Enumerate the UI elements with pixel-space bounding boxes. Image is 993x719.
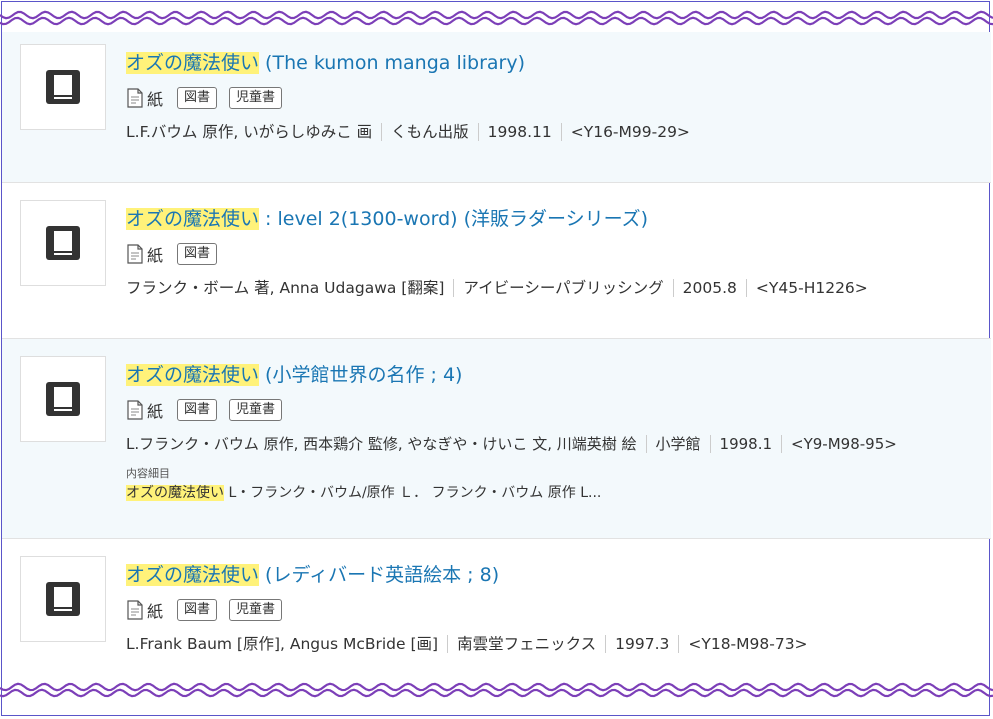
paper-document-icon: [127, 400, 143, 420]
result-item[interactable]: オズの魔法使い : level 2(1300-word) (洋販ラダーシリーズ)…: [2, 183, 991, 339]
publisher: アイビーシーパブリッシング: [463, 279, 664, 297]
contents-detail-text: オズの魔法使い L・フランク・バウム/原作 Ｌ． フランク・バウム 原作 L..…: [126, 484, 983, 502]
result-title-link[interactable]: オズの魔法使い (The kumon manga library): [126, 50, 983, 76]
call-number: <Y45-H1226>: [755, 279, 868, 297]
paper-document-icon: [127, 600, 143, 620]
call-number: <Y9-M98-95>: [791, 435, 897, 453]
format-indicator: 紙: [126, 598, 163, 622]
torn-edge-top: [0, 10, 993, 26]
audience-badge: 児童書: [229, 599, 283, 621]
result-thumbnail[interactable]: [20, 556, 106, 642]
publication-date: 1998.1: [719, 435, 773, 453]
authors: L.Frank Baum [原作], Angus McBride [画]: [126, 635, 439, 653]
title-text: (小学館世界の名作 ; 4): [259, 364, 463, 386]
audience-badge: 児童書: [229, 399, 283, 421]
result-thumbnail[interactable]: [20, 356, 106, 442]
material-type-badge: 図書: [177, 399, 218, 421]
title-text: (レディバード英語絵本 ; 8): [259, 564, 500, 586]
contents-detail-label: 内容細目: [126, 467, 170, 480]
publisher: 小学館: [655, 435, 701, 453]
audience-badge: 児童書: [229, 87, 283, 109]
result-item[interactable]: オズの魔法使い (The kumon manga library) 紙 図書 児…: [2, 32, 991, 183]
authors: L.フランク・バウム 原作, 西本鶏介 監修, やなぎや・けいこ 文, 川端英樹…: [126, 435, 637, 453]
book-icon: [46, 582, 80, 616]
material-type-badge: 図書: [177, 243, 218, 265]
material-type-badge: 図書: [177, 599, 218, 621]
title-highlight: オズの魔法使い: [126, 564, 260, 586]
publication-date: 1998.11: [487, 123, 552, 141]
book-icon: [46, 70, 80, 104]
format-label: 紙: [147, 402, 164, 421]
format-label: 紙: [147, 602, 164, 621]
title-highlight: オズの魔法使い: [126, 364, 260, 386]
format-indicator: 紙: [126, 86, 163, 110]
format-indicator: 紙: [126, 242, 163, 266]
result-thumbnail[interactable]: [20, 200, 106, 286]
paper-document-icon: [127, 88, 143, 108]
book-icon: [46, 226, 80, 260]
publisher: 南雲堂フェニックス: [457, 635, 597, 653]
result-title-link[interactable]: オズの魔法使い (レディバード英語絵本 ; 8): [126, 562, 983, 588]
authors: フランク・ボーム 著, Anna Udagawa [翻案]: [126, 279, 445, 297]
title-highlight: オズの魔法使い: [126, 52, 260, 74]
detail-rest: L・フランク・バウム/原作 Ｌ． フランク・バウム 原作 L...: [224, 485, 602, 501]
result-title-link[interactable]: オズの魔法使い (小学館世界の名作 ; 4): [126, 362, 983, 388]
result-item[interactable]: オズの魔法使い (小学館世界の名作 ; 4) 紙 図書 児童書 L.フランク・バ…: [2, 339, 991, 539]
publisher: くもん出版: [391, 123, 469, 141]
publication-date: 1997.3: [615, 635, 670, 653]
paper-document-icon: [127, 244, 143, 264]
authors: L.F.バウム 原作, いがらしゆみこ 画: [126, 123, 373, 141]
format-label: 紙: [147, 90, 164, 109]
title-highlight: オズの魔法使い: [126, 208, 260, 230]
result-title-link[interactable]: オズの魔法使い : level 2(1300-word) (洋販ラダーシリーズ): [126, 206, 983, 232]
detail-highlight: オズの魔法使い: [126, 485, 224, 501]
material-type-badge: 図書: [177, 87, 218, 109]
format-label: 紙: [147, 246, 164, 265]
torn-edge-bottom: [0, 682, 993, 698]
result-item[interactable]: オズの魔法使い (レディバード英語絵本 ; 8) 紙 図書 児童書 L.Fran…: [2, 539, 991, 682]
call-number: <Y18-M98-73>: [688, 635, 808, 653]
result-thumbnail[interactable]: [20, 44, 106, 130]
format-indicator: 紙: [126, 398, 163, 422]
call-number: <Y16-M99-29>: [570, 123, 690, 141]
title-text: (The kumon manga library): [259, 52, 525, 74]
book-icon: [46, 382, 80, 416]
publication-date: 2005.8: [682, 279, 737, 297]
title-text: : level 2(1300-word) (洋販ラダーシリーズ): [259, 208, 649, 230]
